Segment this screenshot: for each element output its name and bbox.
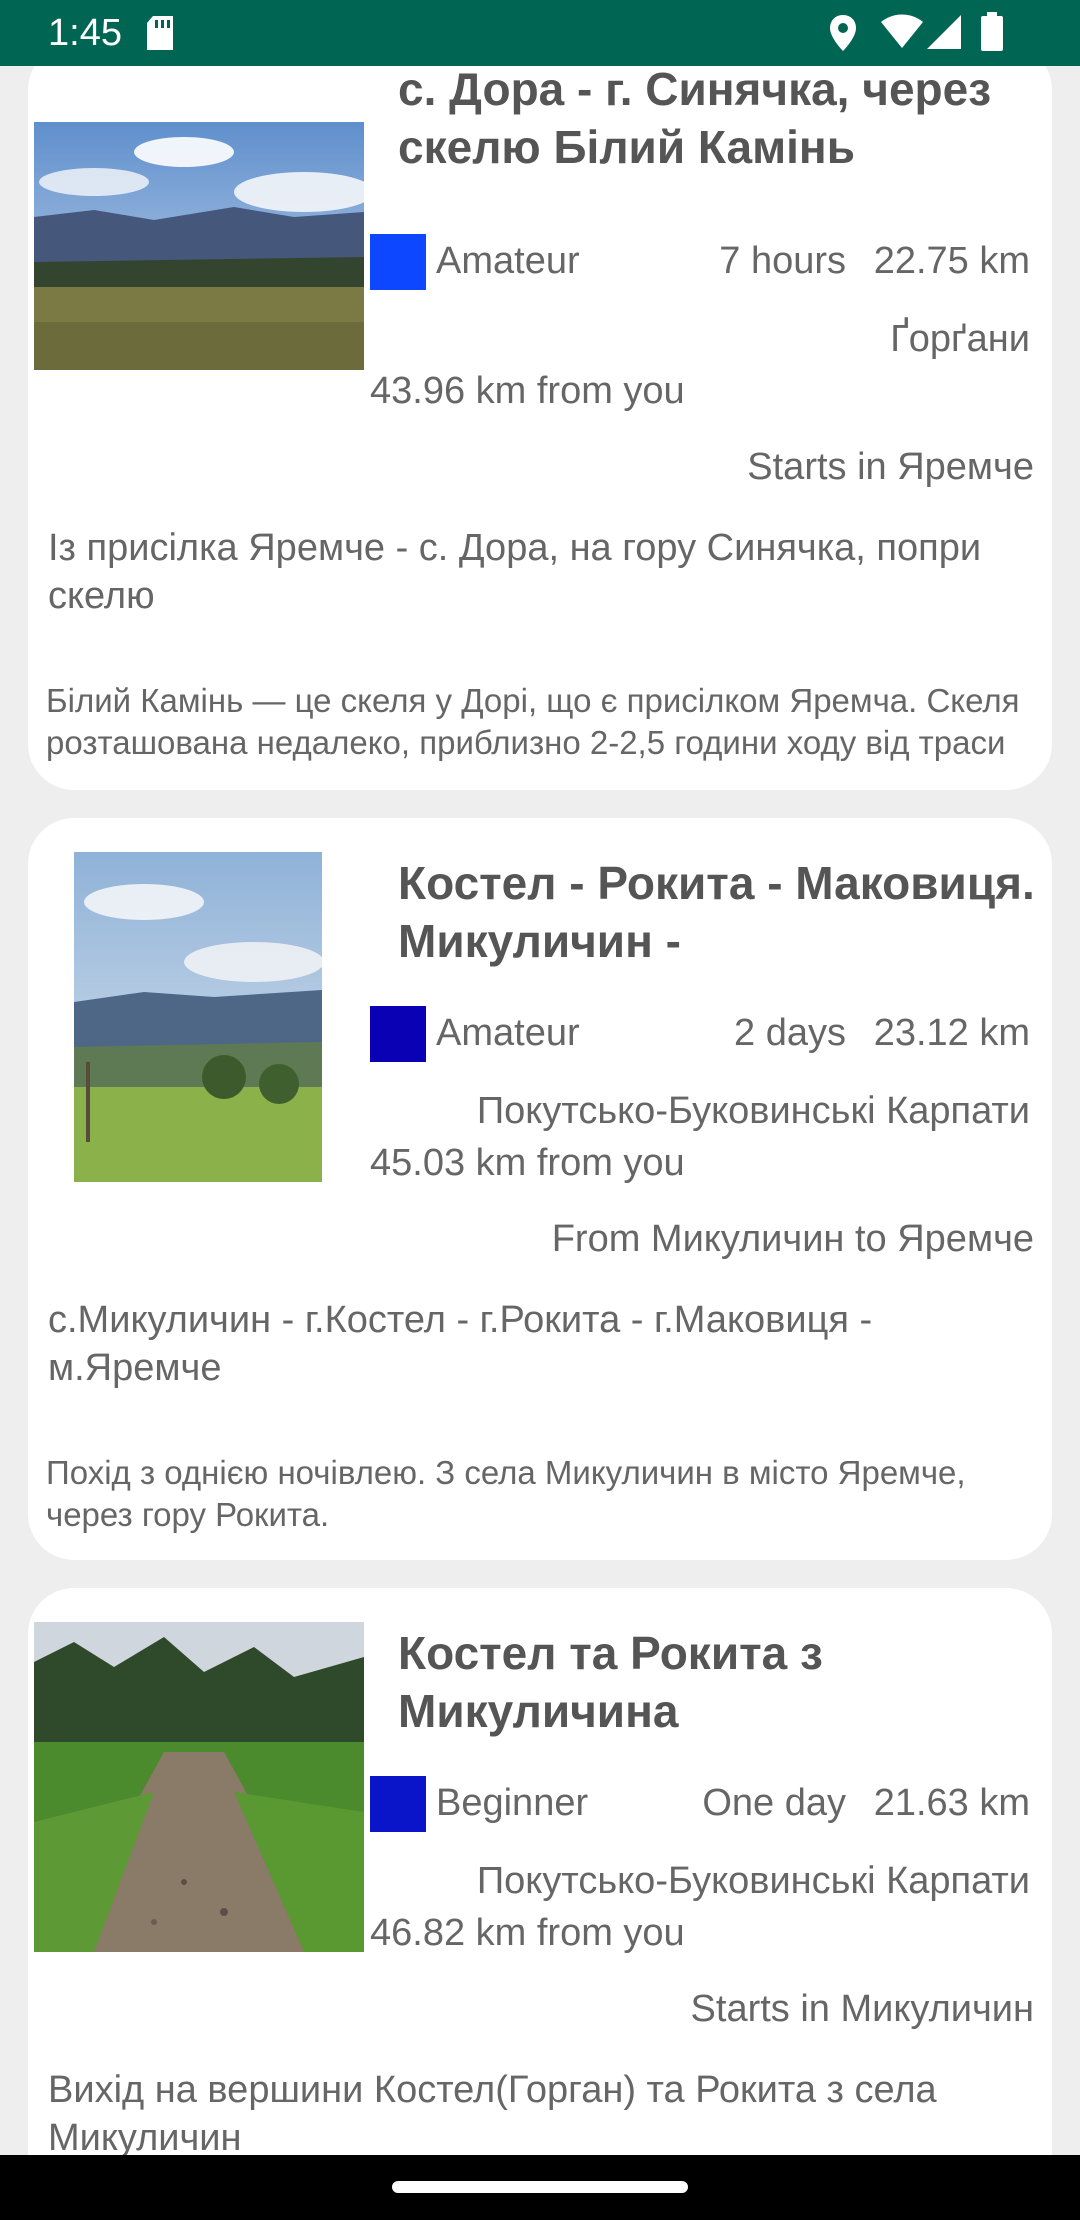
route-photo bbox=[34, 1622, 364, 1952]
duration-label: 2 days bbox=[734, 1012, 846, 1054]
region-label: Покутсько-Буковинські Карпати bbox=[476, 1090, 1030, 1132]
difficulty-color-swatch bbox=[370, 1006, 426, 1062]
route-subtitle: Вихід на вершини Костел(Горган) та Рокит… bbox=[48, 2069, 937, 2155]
start-location: Starts in Микуличин bbox=[690, 1988, 1034, 2030]
duration-label: One day bbox=[702, 1782, 846, 1824]
route-title: Костел - Рокита - Маковиця. Микуличин - bbox=[398, 857, 1035, 967]
status-bar: 1:45 bbox=[0, 0, 1080, 66]
region-label: Ґорґани bbox=[890, 318, 1030, 360]
duration-label: 7 hours bbox=[719, 240, 846, 282]
route-subtitle: Із присілка Яремче - с. Дора, на гору Си… bbox=[48, 527, 982, 617]
route-card[interactable]: с. Дора - г. Синячка, через скелю Білий … bbox=[28, 44, 1052, 790]
wifi-icon bbox=[881, 14, 923, 48]
signal-icon bbox=[927, 15, 961, 49]
route-card[interactable]: Костел та Рокита з Микуличина Beginner O… bbox=[28, 1588, 1052, 2155]
distance-label: 23.12 km bbox=[873, 1012, 1030, 1054]
start-location: From Микуличин to Яремче bbox=[551, 1218, 1034, 1260]
distance-label: 21.63 km bbox=[873, 1782, 1030, 1824]
route-photo bbox=[74, 852, 322, 1182]
sd-card-icon bbox=[147, 16, 173, 50]
difficulty-color-swatch bbox=[370, 1776, 426, 1832]
status-time: 1:45 bbox=[48, 12, 122, 54]
difficulty-label: Amateur bbox=[436, 1012, 580, 1054]
route-description: Білий Камінь — це скеля у Дорі, що є при… bbox=[46, 682, 1020, 761]
route-description: Похід з однією ночівлею. З села Микуличи… bbox=[46, 1454, 966, 1533]
route-photo bbox=[34, 122, 364, 370]
route-subtitle: с.Микуличин - г.Костел - г.Рокита - г.Ма… bbox=[48, 1299, 873, 1389]
region-label: Покутсько-Буковинські Карпати bbox=[476, 1860, 1030, 1902]
route-list[interactable]: с. Дора - г. Синячка, через скелю Білий … bbox=[0, 0, 1080, 2155]
navigation-bar bbox=[0, 2155, 1080, 2220]
home-gesture-handle[interactable] bbox=[392, 2181, 688, 2193]
difficulty-label: Beginner bbox=[436, 1782, 589, 1824]
screen: 1:45 с. Дора - г. Синячка, через скелю Б… bbox=[0, 0, 1080, 2220]
battery-icon bbox=[981, 12, 1003, 51]
route-title: с. Дора - г. Синячка, через скелю Білий … bbox=[398, 63, 992, 173]
distance-label: 22.75 km bbox=[873, 240, 1030, 282]
distance-from-you: 43.96 km from you bbox=[370, 370, 685, 412]
location-icon bbox=[830, 15, 856, 51]
distance-from-you: 45.03 km from you bbox=[370, 1142, 685, 1184]
route-card[interactable]: Костел - Рокита - Маковиця. Микуличин - … bbox=[28, 818, 1052, 1560]
start-location: Starts in Яремче bbox=[747, 446, 1034, 488]
difficulty-label: Amateur bbox=[436, 240, 580, 282]
route-title: Костел та Рокита з Микуличина bbox=[398, 1627, 823, 1737]
difficulty-color-swatch bbox=[370, 234, 426, 290]
distance-from-you: 46.82 km from you bbox=[370, 1912, 685, 1954]
